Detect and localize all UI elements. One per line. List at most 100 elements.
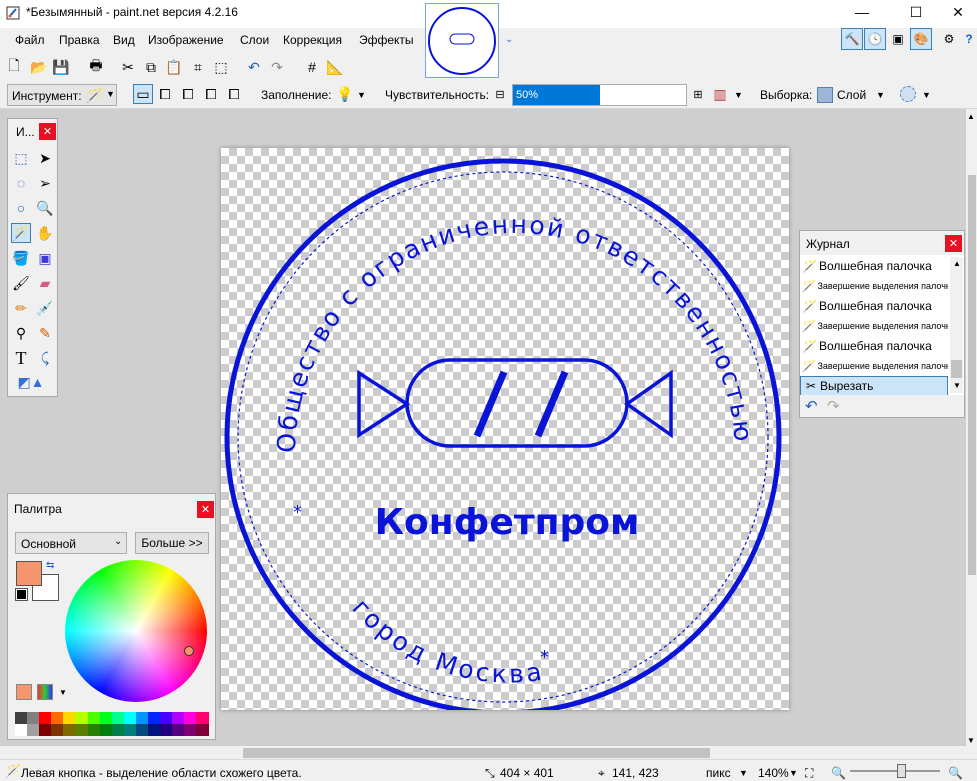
horizontal-scrollbar-thumb[interactable] <box>243 748 710 758</box>
history-scroll-down-icon[interactable]: ▼ <box>953 381 961 390</box>
palette-swatch[interactable] <box>39 724 52 736</box>
palette-swatch[interactable] <box>135 712 149 724</box>
colors-toggle-icon[interactable]: 🎨 <box>910 28 932 50</box>
copy-icon[interactable]: ⧉ <box>141 57 161 77</box>
selection-mode-exclude-icon[interactable]: ⧠ <box>178 84 198 104</box>
shapes-icon[interactable]: ◩▲ <box>14 372 48 392</box>
tools-panel-close-button[interactable]: ✕ <box>39 123 56 140</box>
open-folder-icon[interactable]: 📂 <box>29 57 49 77</box>
sensitivity-increase-icon[interactable]: ⊞ <box>688 84 708 104</box>
ruler-icon[interactable]: 📐 <box>325 57 345 77</box>
history-item[interactable]: 🪄 Волшебная палочка <box>800 296 948 316</box>
palette-swatch[interactable] <box>75 724 88 736</box>
close-window-button[interactable]: ✕ <box>935 0 977 24</box>
palette-swatch[interactable] <box>15 724 28 736</box>
selection-quality-icon[interactable] <box>900 86 916 102</box>
palette-swatch[interactable] <box>39 712 52 724</box>
line-curve-icon[interactable]: ⤹ <box>35 348 55 368</box>
quality-dropdown-icon[interactable]: ▼ <box>922 90 931 100</box>
palette-swatch[interactable] <box>160 724 173 736</box>
menu-image[interactable]: Изображение <box>148 33 224 47</box>
palette-swatch[interactable] <box>184 712 197 724</box>
pan-hand-icon[interactable]: ✋ <box>35 223 55 243</box>
palette-swatch[interactable] <box>87 712 100 724</box>
vertical-scrollbar-thumb[interactable] <box>968 175 976 575</box>
print-icon[interactable]: 🖶 <box>86 57 106 77</box>
history-scroll-thumb[interactable] <box>951 360 962 378</box>
palette-swatch[interactable] <box>111 724 124 736</box>
history-item[interactable]: 🪄 Завершение выделения палочкой <box>800 276 948 296</box>
save-icon[interactable]: 💾 <box>51 57 71 77</box>
palette-swatch[interactable] <box>111 712 124 724</box>
palette-swatch[interactable] <box>99 724 112 736</box>
palette-swatch[interactable] <box>196 712 209 724</box>
reset-colors-icon[interactable] <box>15 588 28 601</box>
undo-icon[interactable]: ↶ <box>244 57 264 77</box>
menu-layers[interactable]: Слои <box>240 33 269 47</box>
menu-edit[interactable]: Правка <box>59 33 100 47</box>
menu-effects[interactable]: Эффекты <box>359 33 414 47</box>
history-scroll-up-icon[interactable]: ▲ <box>953 259 961 268</box>
palette-swatch[interactable] <box>99 712 112 724</box>
eraser-icon[interactable]: ▰ <box>35 273 55 293</box>
sensitivity-decrease-icon[interactable]: ⊟ <box>490 84 510 104</box>
history-item[interactable]: ✂ Вырезать <box>800 376 948 396</box>
primary-color-swatch[interactable] <box>16 561 42 586</box>
selection-mode-replace-icon[interactable]: ▭ <box>133 84 153 104</box>
history-toggle-icon[interactable]: 🕓 <box>864 28 886 50</box>
grid-icon[interactable]: # <box>302 57 322 77</box>
more-colors-button[interactable]: Больше >> <box>135 532 209 554</box>
chevron-down-icon[interactable]: ⌄ <box>505 34 513 45</box>
add-color-icon[interactable] <box>16 684 32 700</box>
swap-colors-icon[interactable]: ⇆ <box>46 560 54 571</box>
color-wheel-marker[interactable] <box>184 646 194 656</box>
scroll-down-arrow-icon[interactable]: ▼ <box>967 736 975 745</box>
zoom-in-icon[interactable]: 🔍 <box>948 766 963 780</box>
tools-toggle-icon[interactable]: 🔨 <box>841 28 863 50</box>
magic-wand-tool-icon[interactable]: 🪄 <box>11 223 31 243</box>
menu-file[interactable]: Файл <box>15 33 45 47</box>
palette-dropdown-icon[interactable]: ▼ <box>59 688 67 697</box>
scroll-up-arrow-icon[interactable]: ▲ <box>967 112 975 121</box>
history-item[interactable]: 🪄 Завершение выделения палочкой <box>800 316 948 336</box>
move-selection-icon[interactable]: ➢ <box>35 173 55 193</box>
palette-swatch[interactable] <box>15 712 28 724</box>
history-item[interactable]: 🪄 Завершение выделения палочкой <box>800 356 948 376</box>
palette-swatch[interactable] <box>123 724 136 736</box>
palette-mode-select[interactable]: Основной ⌄ <box>15 532 127 554</box>
minimize-button[interactable]: — <box>839 0 885 24</box>
paintbrush-icon[interactable]: 🖌 <box>11 273 31 293</box>
palette-swatch[interactable] <box>27 724 40 736</box>
redo-icon[interactable]: ↷ <box>267 57 287 77</box>
lasso-select-icon[interactable]: ◌ <box>11 173 31 193</box>
zoom-value[interactable]: 140% <box>758 766 789 780</box>
sampling-dropdown-icon[interactable]: ▼ <box>876 90 885 100</box>
units-dropdown-icon[interactable]: ▼ <box>739 768 748 778</box>
palette-swatch[interactable] <box>148 712 161 724</box>
history-redo-icon[interactable]: ↷ <box>827 397 840 415</box>
palette-swatch[interactable] <box>148 724 161 736</box>
history-item[interactable]: 🪄 Волшебная палочка <box>800 256 948 276</box>
cut-icon[interactable]: ✂ <box>118 57 138 77</box>
image-canvas[interactable]: Общество с ограниченной ответственностью… <box>209 125 789 716</box>
fill-mode-icon[interactable]: 💡 <box>335 84 355 104</box>
palette-panel-close-button[interactable]: ✕ <box>197 501 214 518</box>
units-value[interactable]: пикс <box>706 766 731 780</box>
palette-swatch[interactable] <box>51 724 64 736</box>
color-wheel[interactable] <box>65 560 207 702</box>
palette-swatch[interactable] <box>172 724 185 736</box>
palette-swatch[interactable] <box>123 712 136 724</box>
color-picker-icon[interactable]: 💉 <box>35 298 55 318</box>
move-selected-icon[interactable]: ➤ <box>35 148 55 168</box>
text-tool-icon[interactable]: T <box>11 348 31 368</box>
selection-mode-invert-icon[interactable]: ⧠ <box>224 84 244 104</box>
palette-menu-icon[interactable] <box>37 684 53 700</box>
help-icon[interactable]: ? <box>958 28 977 50</box>
palette-swatch[interactable] <box>172 712 185 724</box>
zoom-dropdown-icon[interactable]: ▼ <box>789 768 798 778</box>
image-tab-thumbnail[interactable] <box>425 3 499 78</box>
palette-swatch[interactable] <box>63 712 76 724</box>
palette-swatch[interactable] <box>87 724 100 736</box>
rectangle-select-icon[interactable]: ⬚ <box>11 148 31 168</box>
palette-swatch[interactable] <box>75 712 88 724</box>
